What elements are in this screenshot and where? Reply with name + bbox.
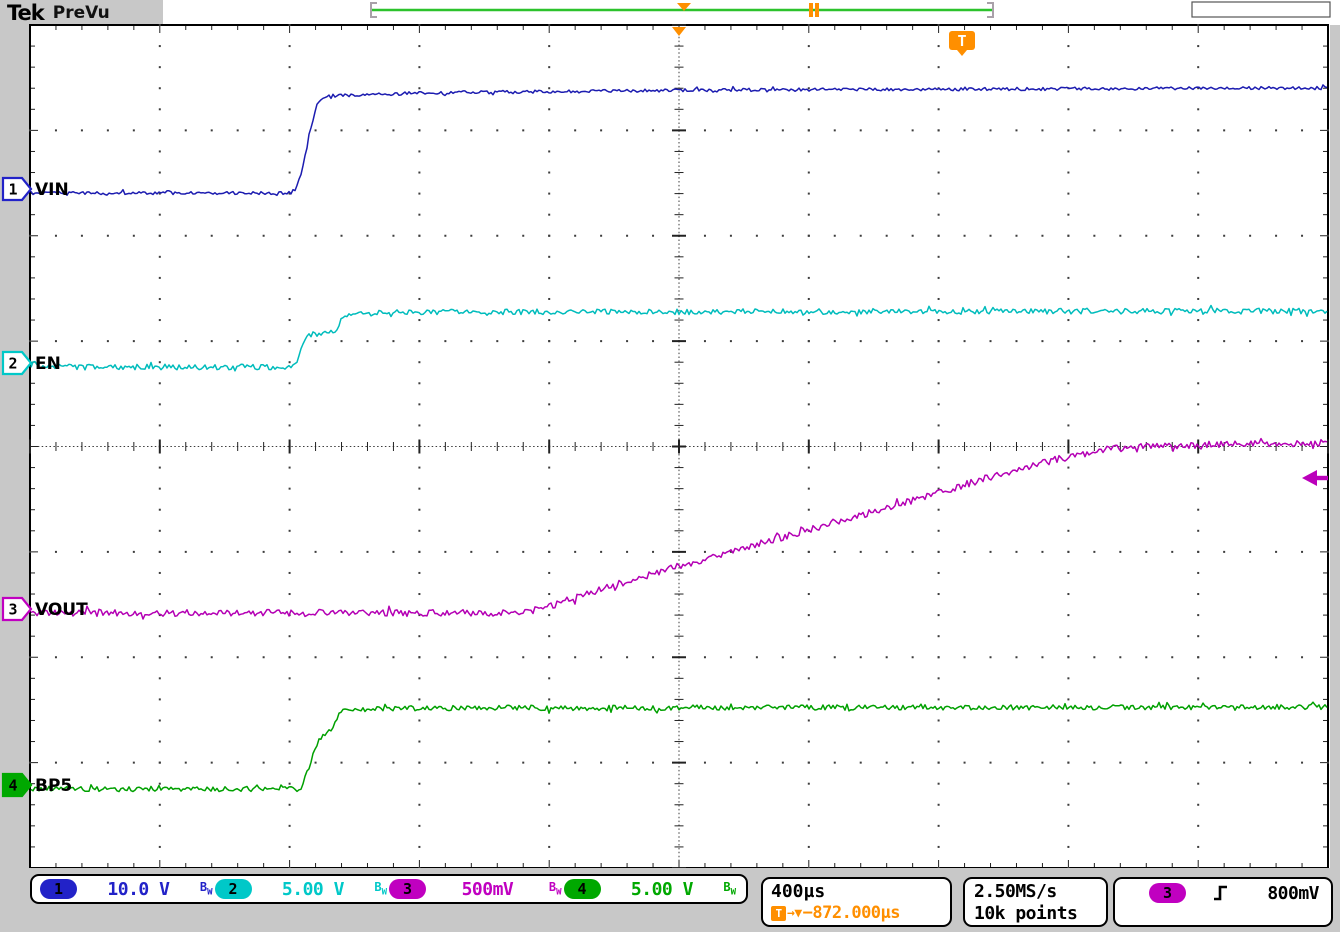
rising-edge-icon [1212, 883, 1230, 903]
bandwidth-limit-icon: BW [374, 880, 387, 897]
channel-label-vout: VOUT [35, 600, 88, 620]
channel-2-badge: 2 [215, 879, 252, 899]
svg-text:T: T [957, 32, 966, 50]
channel-1-readout: 110.0 VBW [40, 879, 215, 900]
timebase-box: 400µs T →▼ −872.000µs [761, 877, 952, 927]
record-view-bar[interactable] [371, 3, 993, 17]
channel-label-vin: VIN [35, 180, 69, 200]
trigger-delay-value: −872.000µs [803, 903, 900, 923]
svg-text:3: 3 [8, 601, 17, 619]
channel-4-readout: 45.00 VBW [564, 879, 739, 900]
trigger-delay-readout: T →▼ −872.000µs [771, 903, 942, 923]
bandwidth-limit-icon: BW [723, 880, 736, 897]
channel-3-badge: 3 [389, 879, 426, 899]
timebase-scale: 400µs [771, 881, 942, 902]
channel-readouts-box: 110.0 VBW25.00 VBW3500mVBW45.00 VBW [30, 874, 748, 904]
channel-2-position-marker[interactable]: 2 [3, 352, 31, 374]
sample-rate: 2.50MS/s [974, 881, 1097, 903]
status-bar: 110.0 VBW25.00 VBW3500mVBW45.00 VBW 400µ… [0, 868, 1340, 932]
channel-1-scale: 10.0 V [77, 879, 200, 900]
channel-1-position-marker[interactable]: 1 [3, 178, 31, 200]
channel-3-position-marker[interactable]: 3 [3, 598, 31, 620]
channel-3-scale: 500mV [426, 879, 549, 900]
channel-4-position-marker[interactable]: 4 [3, 774, 31, 796]
channel-2-readout: 25.00 VBW [215, 879, 390, 900]
bandwidth-limit-icon: BW [200, 880, 213, 897]
oscilloscope-screen: Tek PreVu 1VIN2EN3VOUT4BP5T 110.0 VBW25.… [0, 0, 1340, 932]
channel-4-scale: 5.00 V [601, 879, 724, 900]
svg-text:1: 1 [8, 181, 17, 199]
scope-display: 1 VIN 2 EN 3 VOUT 4 BP5 T [0, 0, 1340, 932]
acquisition-box: 2.50MS/s 10k points [963, 877, 1108, 927]
channel-3-readout: 3500mVBW [389, 879, 564, 900]
trigger-readout-box: 3 800mV [1113, 877, 1333, 927]
record-pause-icon [815, 3, 819, 17]
top-right-empty-box [1192, 2, 1330, 17]
bandwidth-limit-icon: BW [549, 880, 562, 897]
channel-label-en: EN [35, 354, 61, 374]
channel-4-badge: 4 [564, 879, 601, 899]
trigger-level-value: 800mV [1267, 883, 1319, 904]
channel-1-badge: 1 [40, 879, 77, 899]
delay-arrow-icon: →▼ [787, 906, 802, 921]
record-length: 10k points [974, 903, 1097, 925]
svg-text:4: 4 [8, 777, 17, 795]
svg-text:2: 2 [8, 355, 17, 373]
channel-2-scale: 5.00 V [252, 879, 375, 900]
trigger-t-icon: T [771, 906, 786, 921]
record-pause-icon [809, 3, 813, 17]
channel-label-bp5: BP5 [35, 776, 72, 796]
trigger-source-badge: 3 [1149, 883, 1186, 903]
